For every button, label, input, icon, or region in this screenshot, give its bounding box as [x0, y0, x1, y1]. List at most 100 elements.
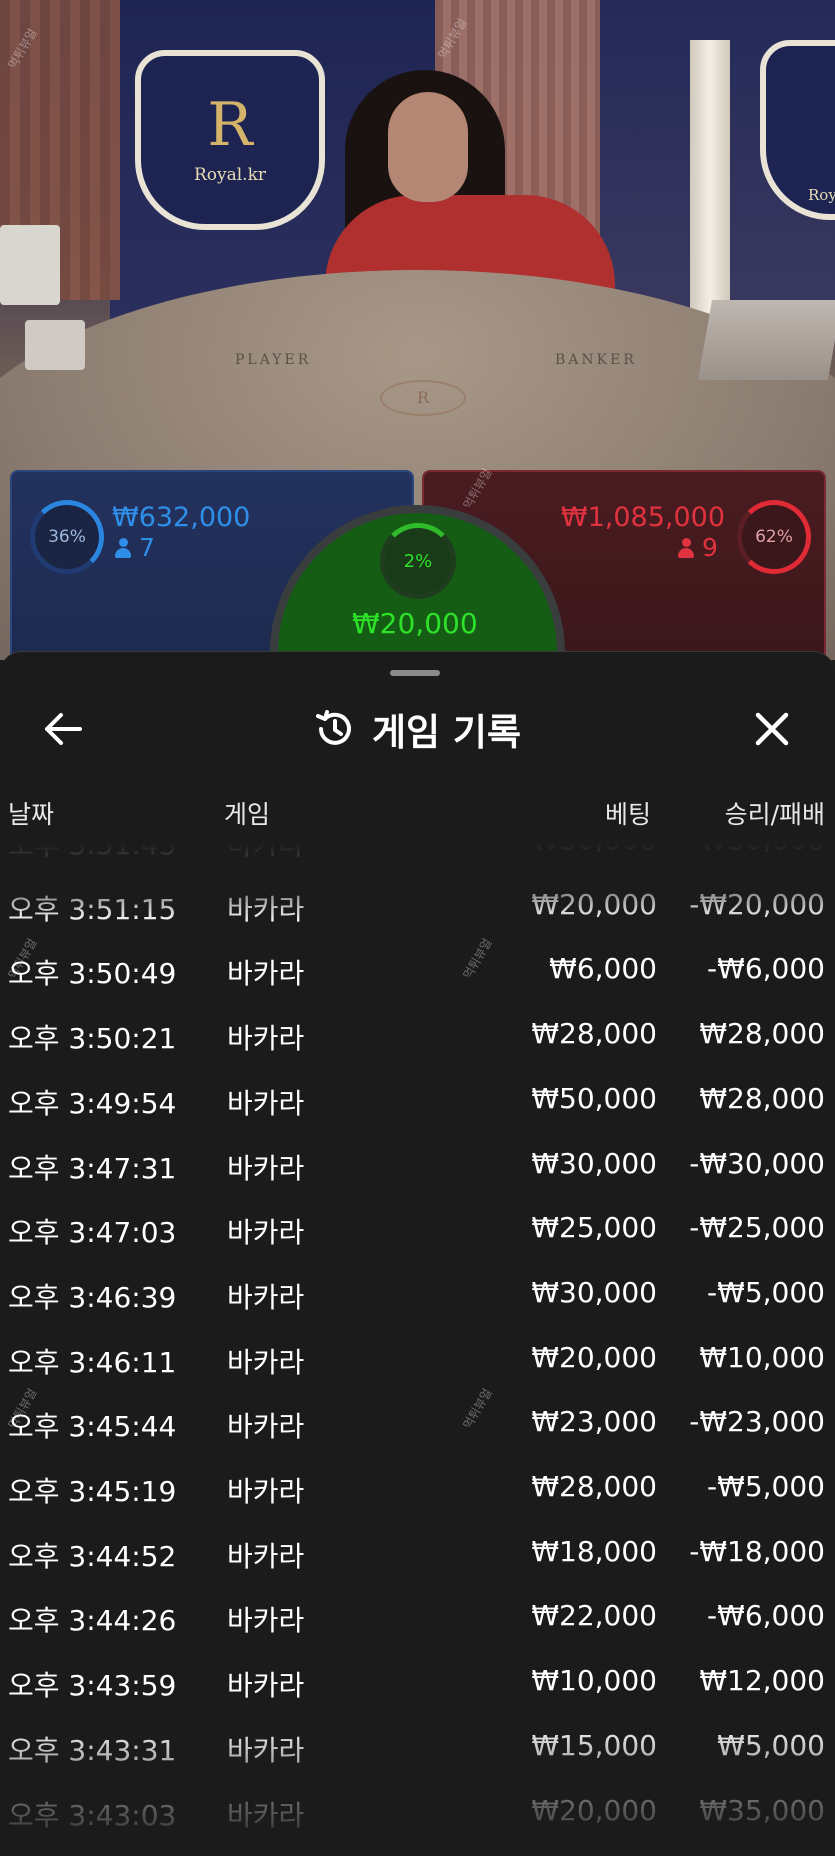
row-game: 바카라 [227, 892, 305, 926]
row-bet: ₩6,000 [549, 952, 657, 986]
player-amount: ₩632,000 [112, 502, 251, 533]
row-result: -₩5,000 [707, 1275, 825, 1309]
row-game: 바카라 [227, 1669, 305, 1703]
row-result: -₩30,000 [689, 1146, 825, 1180]
brand-name: Royal.kr [193, 165, 267, 185]
row-bet: ₩30,000 [531, 1275, 657, 1309]
row-game: 바카라 [227, 1345, 305, 1379]
sheet-drag-handle[interactable] [390, 670, 440, 676]
history-row: 오후 3:47:03 바카라 ₩25,000 -₩25,000 [0, 1197, 835, 1261]
row-result: ₩28,000 [699, 1081, 825, 1115]
history-row: 오후 3:44:26 바카라 ₩22,000 -₩6,000 [0, 1585, 835, 1649]
player-count: 7 [115, 533, 155, 562]
history-row: 오후 3:51:15 바카라 ₩20,000 -₩20,000 [0, 874, 835, 938]
sheet-header: 게임 기록 [0, 704, 835, 754]
history-row: 오후 3:43:59 바카라 ₩10,000 ₩12,000 [0, 1650, 835, 1714]
row-result: ₩35,000 [699, 1793, 825, 1827]
column-header-date: 날짜 [8, 800, 55, 829]
row-game: 바카라 [227, 1086, 305, 1120]
brand-name-right: Roy [808, 186, 835, 204]
row-game: 바카라 [227, 1475, 305, 1508]
person-icon [678, 537, 694, 558]
row-bet: ₩20,000 [531, 1793, 657, 1827]
player-percent-ring: 36% [30, 500, 104, 574]
history-row: 오후 3:47:31 바카라 ₩30,000 -₩30,000 [0, 1133, 835, 1197]
close-button[interactable] [747, 704, 797, 754]
row-time: 오후 3:45:44 [8, 1410, 177, 1444]
row-time: 오후 3:44:52 [8, 1539, 177, 1573]
history-row: 오후 3:51:43 바카라 ₩30,000 ₩30,000 [0, 843, 835, 873]
banker-amount: ₩1,085,000 [560, 502, 725, 533]
row-time: 오후 3:46:11 [8, 1345, 177, 1379]
history-row: 오후 3:45:44 바카라 ₩23,000 -₩23,000 [0, 1391, 835, 1455]
person-icon [115, 537, 131, 558]
dealer-face [388, 92, 468, 202]
row-game: 바카라 [227, 1280, 305, 1314]
row-result: -₩6,000 [707, 952, 825, 986]
row-bet: ₩22,000 [531, 1599, 657, 1633]
row-result: ₩5,000 [717, 1728, 825, 1762]
row-time: 오후 3:47:03 [8, 1216, 177, 1250]
close-icon [755, 712, 789, 746]
banker-count-value: 9 [702, 533, 718, 562]
row-time: 오후 3:49:54 [8, 1086, 177, 1120]
history-list[interactable]: 오후 3:51:43 바카라 ₩30,000 ₩30,000 오후 3:51:15 바카라… [0, 843, 835, 1856]
row-time: 오후 3:43:31 [8, 1733, 177, 1767]
history-row: 오후 3:46:11 바카라 ₩20,000 ₩10,000 [0, 1327, 835, 1391]
row-bet: ₩28,000 [531, 1017, 657, 1051]
row-game: 바카라 [227, 843, 305, 861]
row-result: -₩23,000 [689, 1405, 825, 1439]
row-game: 바카라 [227, 1798, 305, 1832]
crest-letter: R [207, 90, 253, 160]
row-game: 바카라 [227, 1410, 305, 1444]
row-game: 바카라 [227, 1216, 305, 1250]
row-time: 오후 3:51:43 [8, 843, 177, 861]
history-row: 오후 3:50:49 바카라 ₩6,000 -₩6,000 [0, 938, 835, 1002]
player-count-value: 7 [139, 533, 155, 562]
row-bet: ₩20,000 [531, 1340, 657, 1374]
row-time: 오후 3:43:03 [8, 1798, 177, 1832]
history-icon [315, 710, 351, 745]
row-result: ₩28,000 [699, 1017, 825, 1051]
player-percent: 36% [48, 527, 86, 547]
pillar [690, 40, 730, 330]
row-bet: ₩10,000 [531, 1664, 657, 1698]
tie-percent-ring: 2% [380, 523, 456, 599]
row-result: -₩18,000 [689, 1534, 825, 1568]
history-row: 오후 3:49:54 바카라 ₩50,000 ₩28,000 [0, 1068, 835, 1132]
row-bet: ₩30,000 [531, 843, 657, 856]
row-bet: ₩30,000 [531, 1146, 657, 1180]
row-time: 오후 3:45:19 [8, 1475, 177, 1508]
row-game: 바카라 [227, 1604, 305, 1638]
row-result: -₩20,000 [689, 887, 825, 921]
row-bet: ₩18,000 [531, 1534, 657, 1568]
row-bet: ₩28,000 [531, 1470, 657, 1503]
row-time: 오후 3:43:59 [8, 1669, 177, 1703]
banker-percent: 62% [755, 527, 793, 547]
row-bet: ₩23,000 [531, 1405, 657, 1439]
table-player-label: PLAYER [235, 352, 312, 368]
table-logo: R [380, 380, 466, 416]
history-row: 오후 3:50:21 바카라 ₩28,000 ₩28,000 [0, 1003, 835, 1067]
row-game: 바카라 [227, 1022, 305, 1056]
card-stack [25, 320, 85, 370]
row-time: 오후 3:47:31 [8, 1151, 177, 1185]
tie-amount: ₩20,000 [352, 607, 478, 640]
row-time: 오후 3:44:26 [8, 1604, 177, 1638]
row-time: 오후 3:50:49 [8, 957, 177, 991]
row-time: 오후 3:46:39 [8, 1280, 177, 1314]
row-game: 바카라 [227, 1539, 305, 1573]
table-banker-label: BANKER [555, 352, 637, 368]
banker-count: 9 [678, 533, 718, 562]
row-result: ₩12,000 [699, 1664, 825, 1698]
row-bet: ₩15,000 [531, 1728, 657, 1762]
history-row: 오후 3:46:39 바카라 ₩30,000 -₩5,000 [0, 1262, 835, 1326]
row-result: -₩5,000 [707, 1470, 825, 1503]
row-game: 바카라 [227, 1151, 305, 1185]
row-time: 오후 3:50:21 [8, 1022, 177, 1056]
column-header-bet: 베팅 [604, 800, 651, 829]
column-header-result: 승리/패배 [724, 800, 825, 829]
row-result: ₩10,000 [699, 1340, 825, 1374]
tie-percent: 2% [403, 550, 433, 572]
row-bet: ₩25,000 [531, 1211, 657, 1245]
